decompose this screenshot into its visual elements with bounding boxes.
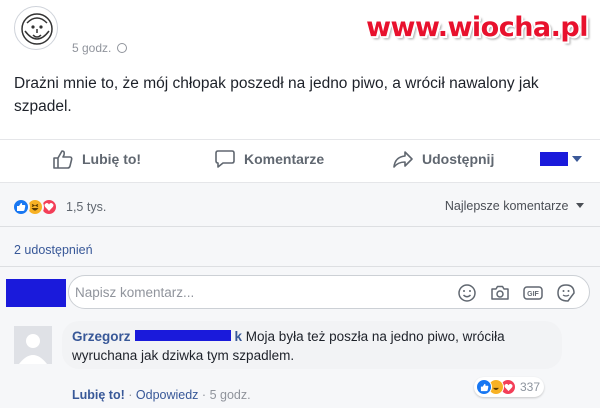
like-label: Lubię to!	[82, 151, 142, 167]
comment-composer: GIF	[68, 275, 590, 309]
post-timestamp[interactable]: 5 godz.	[72, 41, 128, 55]
comment-author-tail[interactable]: k	[235, 329, 243, 344]
page-avatar[interactable]	[14, 6, 58, 50]
like-button[interactable]: Lubię to!	[52, 148, 141, 170]
audience-selector[interactable]	[540, 148, 582, 170]
sticker-icon[interactable]	[555, 282, 577, 304]
redacted-user-avatar	[6, 279, 66, 307]
chevron-down-icon	[572, 156, 582, 162]
lion-logo-icon	[21, 13, 53, 45]
globe-icon	[117, 43, 128, 53]
redacted-surname	[134, 330, 231, 341]
comment-input[interactable]	[75, 276, 435, 308]
post-header: 5 godz. www.wiocha.pl	[0, 0, 600, 62]
share-label: Udostępnij	[422, 151, 495, 167]
gif-icon[interactable]: GIF	[522, 282, 544, 304]
like-icon	[12, 198, 30, 216]
comment-like-link[interactable]: Lubię to!	[72, 388, 125, 402]
share-arrow-icon	[393, 151, 413, 168]
sort-label: Najlepsze komentarze	[444, 199, 569, 213]
speech-bubble-icon	[215, 150, 235, 168]
commenter-avatar[interactable]	[14, 326, 52, 364]
post-time-text[interactable]: 5 godz.	[72, 41, 111, 55]
reaction-count[interactable]: 1,5 tys.	[66, 200, 106, 214]
composer-tools: GIF	[445, 282, 577, 304]
camera-icon[interactable]	[489, 282, 511, 304]
shares-count[interactable]: 2 udostępnień	[14, 243, 93, 257]
separator: ·	[201, 388, 210, 402]
comment-reply-link[interactable]: Odpowiedz	[136, 388, 199, 402]
post-text: Drażni mnie to, że mój chłopak poszedł n…	[14, 75, 539, 115]
svg-text:GIF: GIF	[527, 291, 539, 298]
comment-reaction-count: 337	[520, 380, 541, 394]
comments-section: 1,5 tys. Najlepsze komentarze 2 udostępn…	[0, 183, 600, 408]
comment-time[interactable]: 5 godz.	[210, 388, 251, 402]
like-icon	[476, 379, 492, 395]
divider	[0, 266, 600, 267]
comment-label: Komentarze	[244, 151, 325, 167]
divider	[0, 226, 600, 227]
thumbs-up-icon	[53, 150, 73, 169]
emoji-icon[interactable]	[456, 282, 478, 304]
default-avatar-icon	[14, 326, 52, 364]
share-button[interactable]: Udostępnij	[392, 148, 494, 170]
comment-sort-dropdown[interactable]: Najlepsze komentarze	[445, 199, 584, 213]
post-actions-bar: Lubię to! Komentarze Udostępnij	[0, 140, 600, 182]
comment-actions: Lubię to! · Odpowiedz · 5 godz.	[72, 388, 251, 402]
watermark: www.wiocha.pl	[366, 12, 588, 43]
comment-body: Grzegorz k Moja była też poszła na jedno …	[72, 327, 552, 365]
comment-bubble: Grzegorz k Moja była też poszła na jedno …	[62, 321, 562, 369]
comment-button[interactable]: Komentarze	[214, 148, 324, 170]
redacted-avatar	[540, 152, 568, 166]
comment-reactions[interactable]: 337	[474, 377, 545, 397]
chevron-down-icon	[576, 203, 584, 208]
separator: ·	[128, 388, 136, 402]
comment-author[interactable]: Grzegorz	[72, 329, 131, 344]
reactions-summary[interactable]: 1,5 tys.	[12, 196, 106, 218]
